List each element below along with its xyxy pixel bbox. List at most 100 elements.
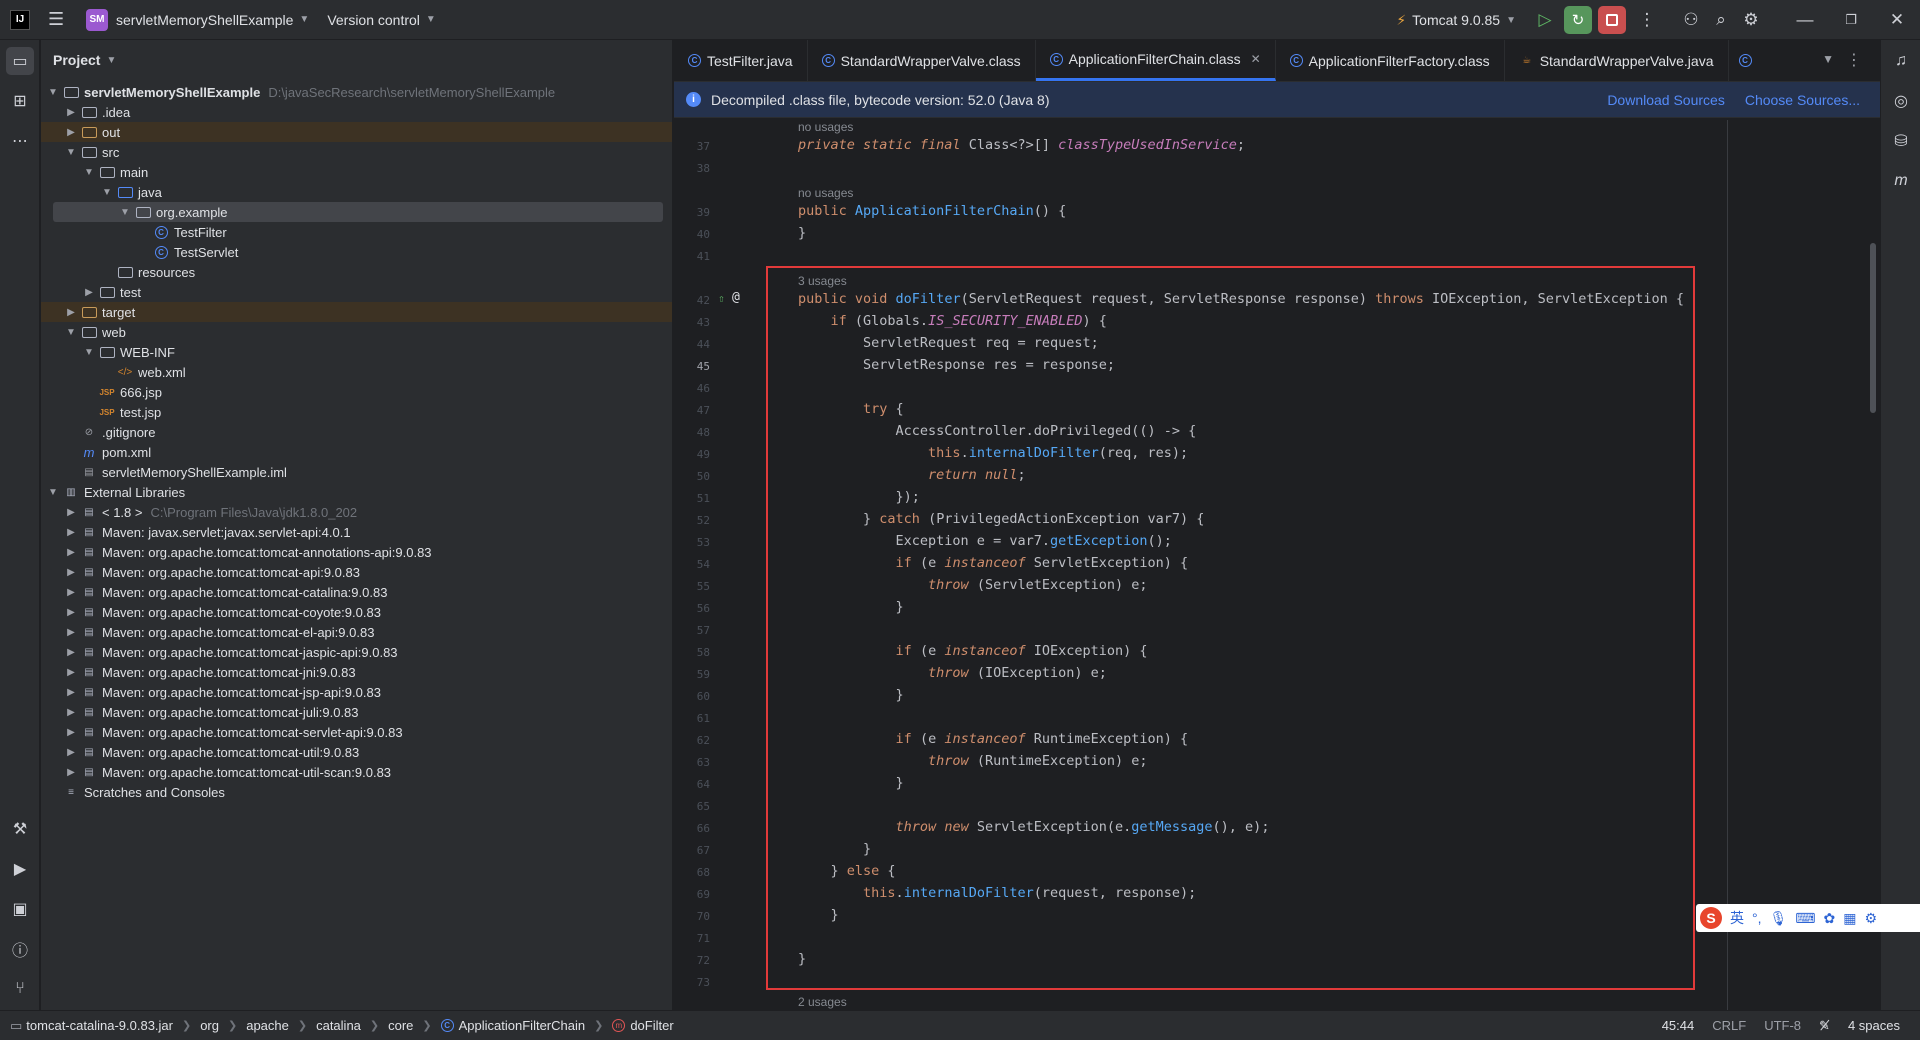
tree-item-maven-lib[interactable]: ▶ ▤ Maven: org.apache.tomcat:tomcat-jni:… [41,662,672,682]
indent-setting[interactable]: 4 spaces [1848,1018,1900,1033]
tree-item-maven-lib[interactable]: ▶ ▤ Maven: javax.servlet:javax.servlet-a… [41,522,672,542]
run-config-selector[interactable]: ⚡ Tomcat 9.0.85 ▼ [1396,0,1516,40]
tab-applicationfilterfactory-class[interactable]: C ApplicationFilterFactory.class [1276,40,1505,81]
database-icon[interactable]: ⛁ [1887,127,1915,155]
file-encoding[interactable]: UTF-8 [1764,1018,1801,1033]
tree-item-maven-lib[interactable]: ▶ ▤ Maven: org.apache.tomcat:tomcat-anno… [41,542,672,562]
tree-item-maven-lib[interactable]: ▶ ▤ Maven: org.apache.tomcat:tomcat-util… [41,762,672,782]
caret-position[interactable]: 45:44 [1662,1018,1695,1033]
line-separator[interactable]: CRLF [1712,1018,1746,1033]
project-folder-icon[interactable]: ▭ [6,47,34,75]
collapse-arrow-icon[interactable]: ▶ [65,667,77,678]
breadcrumb-item[interactable]: org [200,1018,219,1033]
tab-testfilter-java[interactable]: C TestFilter.java [674,40,808,81]
tab-standardwrappervalve-class[interactable]: C StandardWrapperValve.class [808,40,1036,81]
skin-icon[interactable]: ✿ [1824,910,1836,927]
collapse-arrow-icon[interactable]: ▶ [65,567,77,578]
collapse-arrow-icon[interactable]: ▶ [65,127,77,138]
tree-item-out[interactable]: ▶ out [41,122,672,142]
tab-list-chevron-icon[interactable]: ▼ [1822,52,1834,66]
override-gutter-icon[interactable]: ⇧ [718,292,725,305]
tab-more-icon[interactable]: ⋮ [1846,50,1862,70]
tree-item-external-libraries[interactable]: ▼ ▥ External Libraries [41,482,672,502]
ime-settings-icon[interactable]: ⚙ [1864,910,1877,927]
collapse-arrow-icon[interactable]: ▶ [65,747,77,758]
tree-item-target[interactable]: ▶ target [41,302,672,322]
tree-item-web[interactable]: ▼ web [41,322,672,342]
tree-item-web-xml[interactable]: </> web.xml [41,362,672,382]
collapse-arrow-icon[interactable]: ▶ [65,727,77,738]
collapse-arrow-icon[interactable]: ▶ [65,507,77,518]
tree-item-org-example[interactable]: ▼ org.example [53,202,663,222]
punctuation-icon[interactable]: °, [1752,910,1762,926]
expand-arrow-icon[interactable]: ▼ [119,207,131,218]
editor-scrollbar[interactable] [1870,243,1876,413]
vcs-selector[interactable]: Version control ▼ [327,0,436,40]
tree-item-maven-lib[interactable]: ▶ ▤ Maven: org.apache.tomcat:tomcat-api:… [41,562,672,582]
expand-arrow-icon[interactable]: ▼ [83,347,95,358]
tree-item-jdk[interactable]: ▶ ▤ < 1.8 > C:\Program Files\Java\jdk1.8… [41,502,672,522]
usage-hint[interactable]: no usages [798,186,853,200]
collapse-arrow-icon[interactable]: ▶ [65,607,77,618]
collapse-arrow-icon[interactable]: ▶ [65,107,77,118]
expand-arrow-icon[interactable]: ▼ [101,187,113,198]
rerun-button[interactable]: ↻ [1564,6,1592,34]
expand-arrow-icon[interactable]: ▼ [65,327,77,338]
collapse-arrow-icon[interactable]: ▶ [65,767,77,778]
intellij-logo-icon[interactable]: IJ [10,9,30,30]
expand-arrow-icon[interactable]: ▼ [83,167,95,178]
choose-sources-link[interactable]: Choose Sources... [1745,92,1860,108]
project-selector[interactable]: servletMemoryShellExample ▼ [116,0,309,40]
search-icon[interactable]: ⌕ [1706,5,1736,35]
breadcrumb-item[interactable]: tomcat-catalina-9.0.83.jar [26,1018,173,1033]
tree-item-maven-lib[interactable]: ▶ ▤ Maven: org.apache.tomcat:tomcat-jasp… [41,642,672,662]
tree-item-testfilter[interactable]: C TestFilter [41,222,672,242]
more-icon[interactable]: ⋮ [1632,5,1662,35]
tree-item-maven-lib[interactable]: ▶ ▤ Maven: org.apache.tomcat:tomcat-coyo… [41,602,672,622]
tree-item-java[interactable]: ▼ java [41,182,672,202]
more-tools-icon[interactable]: ⋯ [6,127,34,155]
download-sources-link[interactable]: Download Sources [1607,92,1725,108]
collapse-arrow-icon[interactable]: ▶ [65,547,77,558]
collapse-arrow-icon[interactable]: ▶ [65,707,77,718]
project-panel-header[interactable]: Project ▼ [41,40,672,80]
tree-item-maven-lib[interactable]: ▶ ▤ Maven: org.apache.tomcat:tomcat-util… [41,742,672,762]
tab-overflow[interactable]: C [1729,40,1768,81]
tree-item-maven-lib[interactable]: ▶ ▤ Maven: org.apache.tomcat:tomcat-serv… [41,722,672,742]
tree-item-web-inf[interactable]: ▼ WEB-INF [41,342,672,362]
minimize-icon[interactable]: — [1782,5,1828,35]
tree-item-maven-lib[interactable]: ▶ ▤ Maven: org.apache.tomcat:tomcat-cata… [41,582,672,602]
collapse-arrow-icon[interactable]: ▶ [65,527,77,538]
annotation-gutter-icon[interactable]: @ [732,290,740,305]
tree-item-main[interactable]: ▼ main [41,162,672,182]
tree-root[interactable]: ▼ servletMemoryShellExample D:\javaSecRe… [41,82,672,102]
microphone-icon[interactable]: 🎙 [1770,910,1788,927]
expand-arrow-icon[interactable]: ▼ [47,87,59,98]
breadcrumb-item[interactable]: catalina [316,1018,361,1033]
problems-icon[interactable]: ⓘ [6,935,34,963]
tree-item-pom-xml[interactable]: m pom.xml [41,442,672,462]
tree-item-maven-lib[interactable]: ▶ ▤ Maven: org.apache.tomcat:tomcat-juli… [41,702,672,722]
collapse-arrow-icon[interactable]: ▶ [65,587,77,598]
git-icon[interactable]: ⑂ [6,975,34,1003]
notifications-icon[interactable]: ♫ [1887,47,1915,75]
breadcrumb-item[interactable]: core [388,1018,413,1033]
breadcrumb-item[interactable]: doFilter [630,1018,673,1033]
collapse-arrow-icon[interactable]: ▶ [65,627,77,638]
tree-item-resources[interactable]: resources [41,262,672,282]
ime-lang[interactable]: 英 [1730,908,1744,928]
close-icon[interactable]: ✕ [1874,5,1920,35]
close-tab-icon[interactable]: ✕ [1251,52,1261,66]
collapse-arrow-icon[interactable]: ▶ [65,687,77,698]
keyboard-icon[interactable]: ⌨ [1795,910,1815,927]
tree-item-iml[interactable]: ▤ servletMemoryShellExample.iml [41,462,672,482]
tab-applicationfilterchain-class[interactable]: C ApplicationFilterChain.class ✕ [1035,40,1276,81]
usage-hint[interactable]: 2 usages [798,995,847,1009]
tree-item-idea[interactable]: ▶ .idea [41,102,672,122]
services-icon[interactable]: ▶ [6,855,34,883]
terminal-icon[interactable]: ▣ [6,895,34,923]
toolbox-icon[interactable]: ▦ [1843,910,1856,927]
tree-item-scratches[interactable]: ≡ Scratches and Consoles [41,782,672,802]
stop-button[interactable] [1598,6,1626,34]
breadcrumb-item[interactable]: ApplicationFilterChain [459,1018,585,1033]
